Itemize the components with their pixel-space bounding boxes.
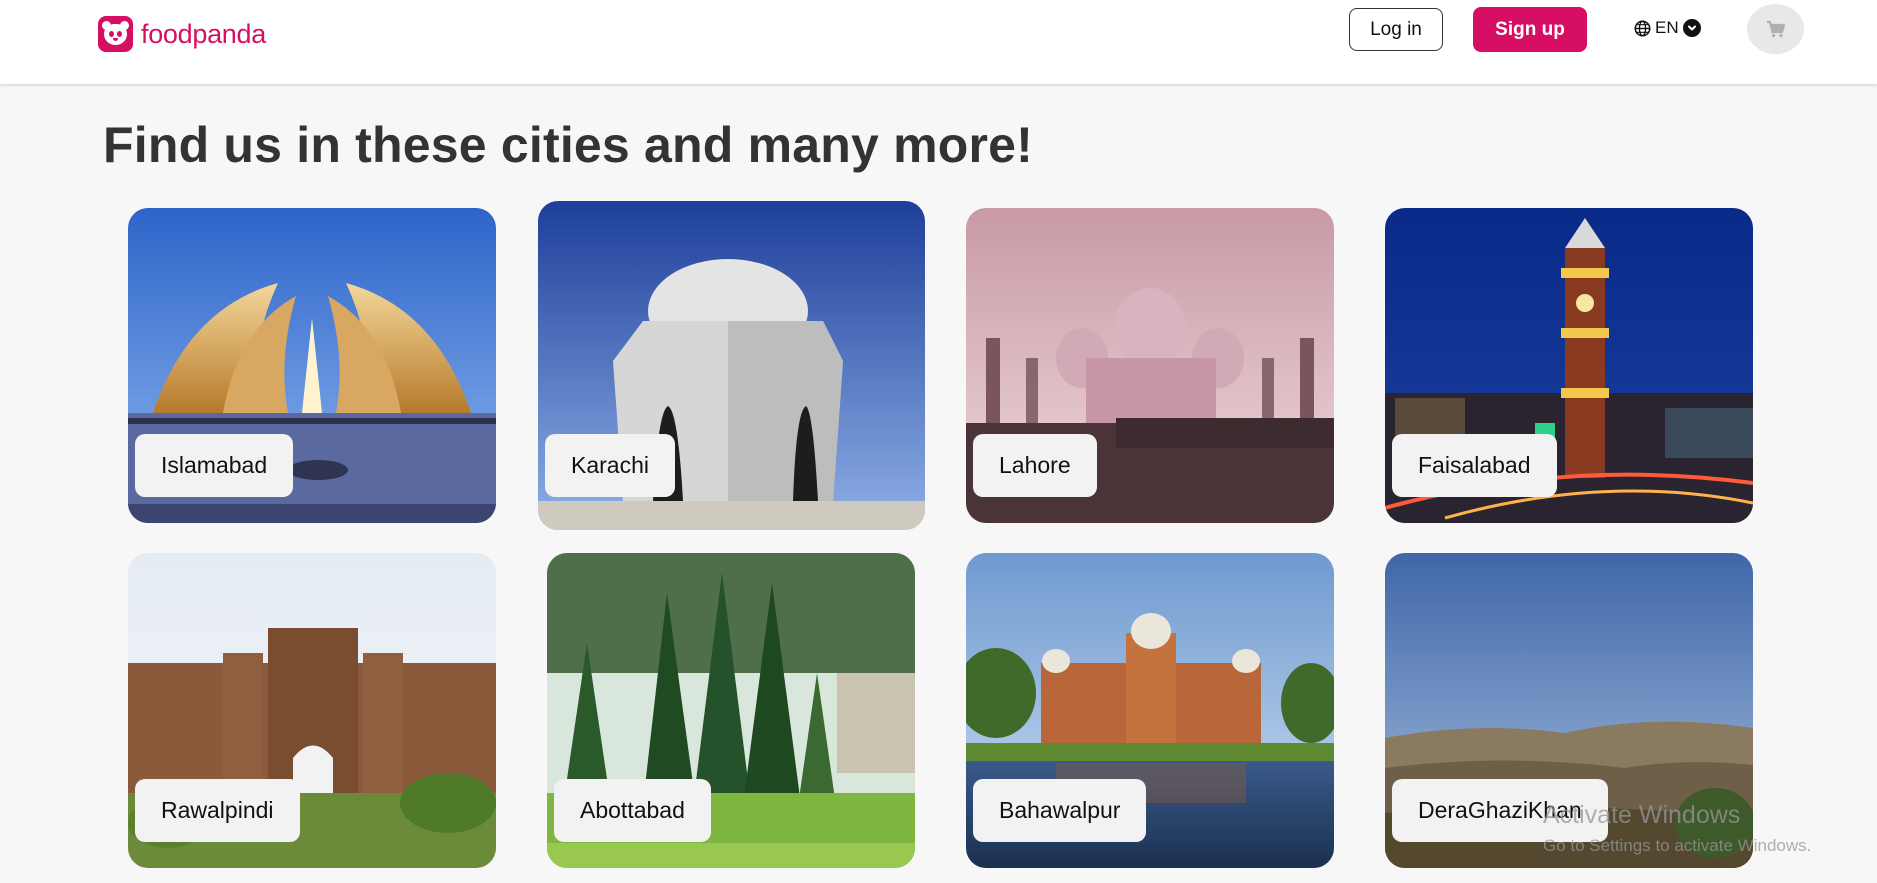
top-header: foodpanda Log in Sign up EN: [0, 0, 1877, 84]
city-card-karachi[interactable]: Karachi: [538, 201, 925, 530]
city-card-rawalpindi[interactable]: Rawalpindi: [128, 553, 496, 868]
city-card-lahore[interactable]: Lahore: [966, 208, 1334, 523]
city-label: Abottabad: [554, 779, 711, 842]
signup-button[interactable]: Sign up: [1473, 7, 1587, 52]
brand-name: foodpanda: [141, 18, 266, 49]
city-label: Rawalpindi: [135, 779, 300, 842]
city-card-bahawalpur[interactable]: Bahawalpur: [966, 553, 1334, 868]
city-label: Lahore: [973, 434, 1097, 497]
city-label: Faisalabad: [1392, 434, 1557, 497]
page-title: Find us in these cities and many more!: [103, 117, 1034, 173]
city-label: Islamabad: [135, 434, 294, 497]
cart-button[interactable]: [1747, 4, 1804, 54]
login-button[interactable]: Log in: [1349, 8, 1443, 51]
city-card-abottabad[interactable]: Abottabad: [547, 553, 915, 868]
city-label: DeraGhaziKhan: [1392, 779, 1608, 842]
chevron-down-icon: [1682, 19, 1701, 37]
city-card-islamabad[interactable]: Islamabad: [128, 208, 496, 523]
cart-icon: [1766, 20, 1785, 38]
city-label: Bahawalpur: [973, 779, 1147, 842]
city-card-deraghazikhan[interactable]: DeraGhaziKhan: [1385, 553, 1753, 868]
globe-icon: [1634, 20, 1651, 36]
panda-logo-icon: [98, 16, 133, 52]
city-card-faisalabad[interactable]: Faisalabad: [1385, 208, 1753, 523]
language-code: EN: [1655, 18, 1679, 37]
city-label: Karachi: [545, 434, 675, 497]
foodpanda-logo[interactable]: foodpanda: [98, 16, 266, 52]
language-selector[interactable]: EN: [1634, 18, 1701, 38]
